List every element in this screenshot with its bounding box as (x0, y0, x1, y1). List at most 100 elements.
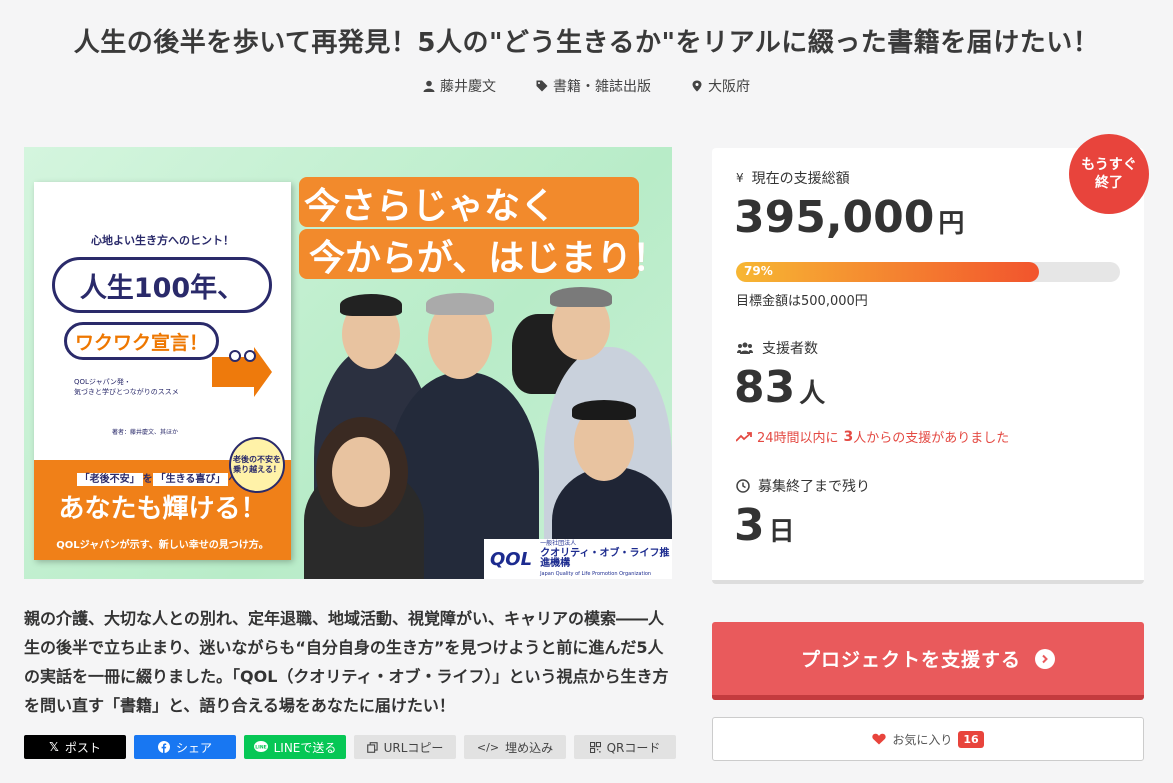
amount-number: 395,000 (734, 192, 935, 243)
book-title: 人生100年、 (52, 257, 272, 313)
location-link[interactable]: 大阪府 (691, 76, 750, 96)
book-cover: 心地よい生き方へのヒント！ 人生100年、 ワクワク宣言！ QOLジャパン発・ … (34, 182, 291, 560)
share-buttons: 𝕏 ポスト シェア LINE LINEで送る URLコピー </> 埋め込み Q… (24, 735, 676, 759)
book-small-text: QOLジャパン発・ 気づきと学びとつながりのススメ (74, 377, 179, 397)
badge-line: 終了 (1095, 175, 1123, 191)
facebook-icon (157, 741, 170, 753)
category-link[interactable]: 書籍・雑誌出版 (536, 76, 651, 96)
embed-button[interactable]: </> 埋め込み (464, 735, 566, 759)
project-meta: 藤井慶文 書籍・雑誌出版 大阪府 (0, 76, 1173, 96)
favorite-button[interactable]: お気に入り 16 (712, 717, 1144, 761)
share-line-label: LINEで送る (273, 740, 337, 755)
qol-logo-text: 一般社団法人 クオリティ・オブ・ライフ推進機構 Japan Quality of… (540, 539, 672, 579)
person-hair (340, 294, 402, 316)
book-author: 著者：藤井慶文、其ほか (112, 429, 179, 436)
users-icon (737, 342, 753, 354)
logo-line: クオリティ・オブ・ライフ推進機構 (540, 548, 670, 569)
supporters-number: 83 (734, 362, 796, 413)
book-subtitle: ワクワク宣言！ (64, 322, 219, 360)
qol-logo: QOL 一般社団法人 クオリティ・オブ・ライフ推進機構 Japan Qualit… (484, 539, 672, 579)
qr-code-button[interactable]: QRコード (574, 735, 676, 759)
goal-text: 目標金額は500,000円 (736, 294, 868, 309)
trend-suffix: 人からの支援がありました (853, 431, 1010, 446)
x-logo-icon: 𝕏 (49, 740, 59, 754)
tag-icon (536, 80, 548, 92)
qol-logo-mark: QOL (490, 548, 533, 570)
person-hair (550, 287, 612, 307)
book-small-line: 気づきと学びとつながりのススメ (74, 388, 179, 396)
catch-line-1: 今さらじゃなく (304, 186, 557, 227)
band-headline: あなたも輝ける！ (58, 494, 267, 524)
arrow-right-circle-icon (1035, 648, 1055, 669)
amount-value: 395,000 円 (734, 192, 964, 243)
category-name: 書籍・雑誌出版 (553, 79, 651, 95)
page-title: 人生の後半を歩いて再発見！5人の"どう生きるか"をリアルに綴った書籍を届けたい！ (73, 28, 1100, 58)
amount-label-text: 現在の支援総額 (751, 171, 850, 187)
person-face (332, 437, 390, 507)
arrow-mascot-icon (212, 347, 272, 397)
book-small-line: QOLジャパン発・ (74, 378, 131, 386)
logo-line: Japan Quality of Life Promotion Organiza… (540, 571, 652, 577)
supporters-unit: 人 (799, 379, 826, 409)
line-icon: LINE (253, 741, 268, 752)
mascot-eye-icon (244, 350, 256, 362)
book-badge: 老後の不安を乗り越える！ (229, 437, 285, 493)
qr-icon (589, 741, 601, 753)
remaining-value: 3日 (734, 500, 795, 551)
badge-line: もうすぐ (1081, 157, 1137, 173)
remaining-label-text: 募集終了まで残り (758, 479, 870, 495)
progress-bar: 79% (736, 262, 1120, 282)
amount-unit: 円 (938, 209, 965, 239)
copy-url-button[interactable]: URLコピー (354, 735, 456, 759)
band-phrase: 「老後不安」 (76, 473, 143, 486)
trend-text: 24時間以内に 3 人からの支援がありました (736, 427, 1009, 446)
yen-icon: ¥ (736, 171, 744, 185)
owner-name: 藤井慶文 (440, 79, 496, 95)
band-joiner: を (142, 474, 153, 485)
heart-icon (872, 733, 886, 745)
location-name: 大阪府 (708, 79, 750, 95)
share-facebook-label: シェア (175, 740, 212, 755)
svg-text:LINE: LINE (255, 745, 266, 751)
remaining-label: 募集終了まで残り (736, 476, 870, 496)
share-x-label: ポスト (64, 740, 101, 755)
share-facebook-button[interactable]: シェア (134, 735, 236, 759)
embed-label: 埋め込み (505, 740, 554, 755)
band-bottom: QOLジャパンが示す、新しい幸せの見つけ方。 (56, 540, 269, 551)
remaining-unit: 日 (768, 517, 795, 547)
band-phrase: 「生きる喜び」 (152, 473, 229, 486)
progress-text: 79% (744, 264, 773, 278)
qr-code-label: QRコード (606, 740, 661, 755)
supporters-label-text: 支援者数 (762, 341, 818, 357)
person-hair (572, 400, 636, 420)
favorite-label: お気に入り (892, 732, 953, 747)
trend-prefix: 24時間以内に (757, 431, 839, 446)
user-icon (423, 80, 435, 92)
clock-icon (736, 479, 750, 493)
support-project-button[interactable]: プロジェクトを支援する (712, 622, 1144, 700)
favorite-count: 16 (958, 730, 984, 748)
deadline-soon-badge: もうすぐ 終了 (1069, 134, 1149, 214)
stats-card: ¥ 現在の支援総額 395,000 円 79% 目標金額は500,000円 支援者… (712, 148, 1144, 584)
share-x-button[interactable]: 𝕏 ポスト (24, 735, 126, 759)
amount-label: ¥ 現在の支援総額 (736, 168, 850, 188)
catch-line-2: 今からが、はじまり！ (309, 238, 669, 279)
remaining-number: 3 (734, 500, 765, 551)
mascot-eye-icon (229, 350, 241, 362)
support-button-label: プロジェクトを支援する (800, 649, 1021, 671)
supporters-label: 支援者数 (736, 338, 818, 358)
progress-fill (736, 262, 1040, 282)
supporters-value: 83 人 (734, 362, 825, 413)
trending-up-icon (736, 431, 752, 442)
owner-link[interactable]: 藤井慶文 (423, 76, 496, 96)
book-hint: 心地よい生き方へのヒント！ (91, 234, 234, 247)
trend-count: 3 (843, 428, 854, 445)
code-icon: </> (476, 740, 500, 754)
person-hair (426, 293, 494, 315)
share-line-button[interactable]: LINE LINEで送る (244, 735, 346, 759)
location-pin-icon (692, 80, 702, 92)
project-description: 親の介護、大切な人との別れ、定年退職、地域活動、視覚障がい、キャリアの模索――人… (24, 609, 669, 715)
project-hero-image: 心地よい生き方へのヒント！ 人生100年、 ワクワク宣言！ QOLジャパン発・ … (24, 147, 672, 579)
copy-icon (366, 741, 378, 753)
copy-url-label: URLコピー (383, 740, 444, 755)
